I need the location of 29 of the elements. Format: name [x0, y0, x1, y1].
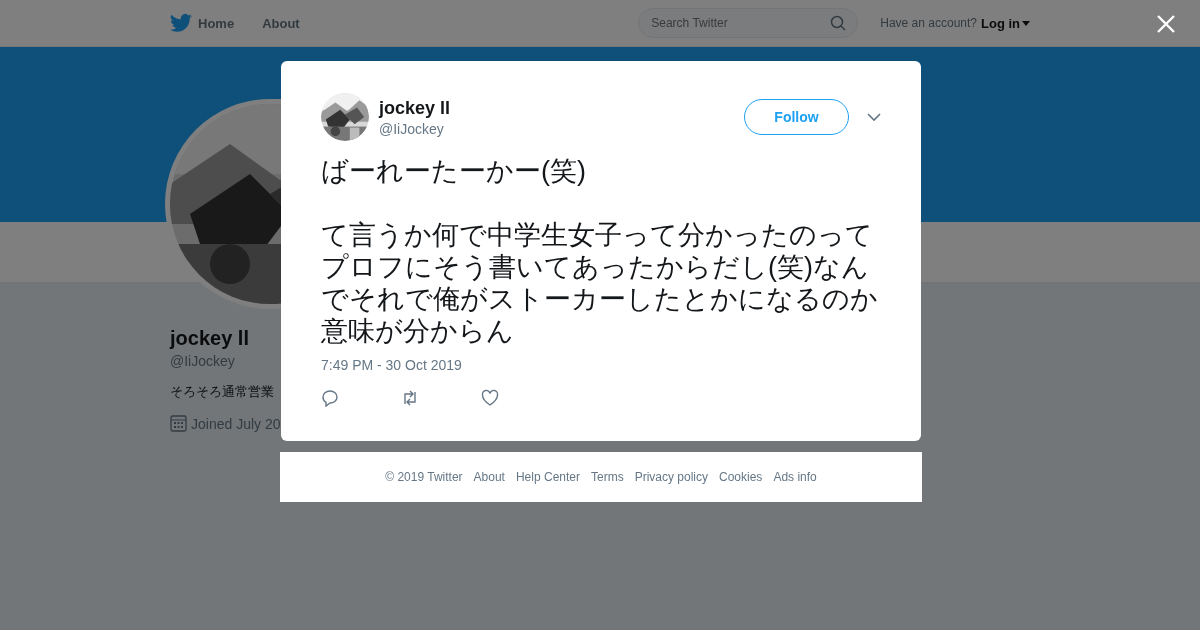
joined-date: Joined July 20	[191, 415, 281, 432]
footer-link[interactable]: About	[473, 470, 505, 484]
profile-handle: @IiJockey	[170, 353, 235, 369]
tweet-text: ばーれーたーかー(笑) て言うか何で中学生女子って分かったのってプロフにそう書いてあったからだし(笑)なんでそれで俺がストーカーしたとかになるのか意味が分からん	[321, 155, 879, 347]
search-field[interactable]: Search Twitter	[638, 8, 859, 38]
footer-link[interactable]: Ads info	[773, 470, 817, 484]
reply-icon[interactable]	[321, 389, 339, 407]
close-icon[interactable]	[1156, 14, 1176, 34]
account-prompt: Have an account?	[880, 16, 977, 30]
footer-link[interactable]: Terms	[591, 470, 624, 484]
heart-icon[interactable]	[481, 389, 499, 407]
author-name[interactable]: jockey ll	[379, 97, 744, 119]
retweet-icon[interactable]	[401, 389, 419, 407]
footer-link[interactable]: © 2019 Twitter	[385, 470, 463, 484]
footer-link[interactable]: Cookies	[719, 470, 763, 484]
profile-bio: そろそろ通常営業	[170, 383, 274, 401]
chevron-icon[interactable]	[867, 112, 881, 122]
profile-name: jockey ll	[170, 327, 249, 350]
nav-link[interactable]: Home	[198, 15, 235, 31]
tweet-timestamp[interactable]: 7:49 PM - 30 Oct 2019	[321, 357, 881, 373]
caret-icon	[1022, 20, 1030, 26]
footer-link[interactable]: Help Center	[515, 470, 580, 484]
author-handle[interactable]: @IiJockey	[379, 120, 744, 137]
nav-link[interactable]: About	[262, 15, 300, 31]
footer-link[interactable]: Privacy policy	[634, 470, 708, 484]
follow-button[interactable]: Follow	[744, 99, 849, 135]
calendar-icon	[170, 415, 187, 432]
login-link[interactable]: Log in	[981, 15, 1030, 31]
search-icon[interactable]	[830, 15, 847, 31]
